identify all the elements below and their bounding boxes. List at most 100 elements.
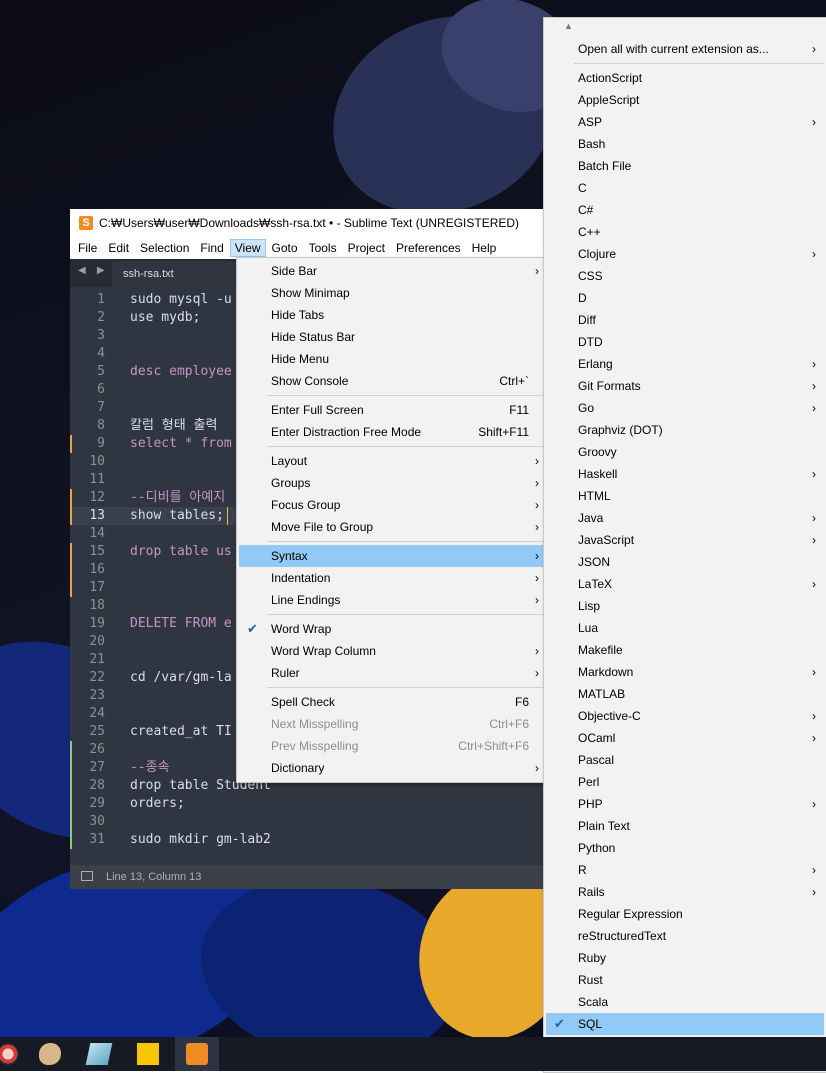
view-menu-ruler[interactable]: Ruler › <box>239 662 543 684</box>
tab-nav-arrows-icon[interactable]: ◀ ▶ <box>78 265 109 276</box>
syntax-graphviz-dot-[interactable]: Graphviz (DOT) <box>546 419 824 441</box>
menu-tools[interactable]: Tools <box>304 239 342 257</box>
syntax-pascal[interactable]: Pascal <box>546 749 824 771</box>
menu-view[interactable]: View <box>229 238 266 257</box>
syntax-asp[interactable]: ASP › <box>546 111 824 133</box>
view-menu-layout[interactable]: Layout › <box>239 450 543 472</box>
panel-toggle-icon[interactable] <box>81 871 93 881</box>
view-menu-enter-distraction-free-mode[interactable]: Enter Distraction Free Mode Shift+F11 <box>239 421 543 443</box>
syntax-c++[interactable]: C++ <box>546 221 824 243</box>
paint-icon <box>39 1043 61 1065</box>
syntax-json[interactable]: JSON <box>546 551 824 573</box>
syntax-plain-text[interactable]: Plain Text <box>546 815 824 837</box>
menu-project[interactable]: Project <box>343 239 390 257</box>
menu-selection[interactable]: Selection <box>135 239 194 257</box>
syntax-rails[interactable]: Rails › <box>546 881 824 903</box>
view-menu-spell-check[interactable]: Spell Check F6 <box>239 691 543 713</box>
view-menu-focus-group[interactable]: Focus Group › <box>239 494 543 516</box>
syntax-bash[interactable]: Bash <box>546 133 824 155</box>
menu-separator <box>267 614 543 615</box>
syntax-markdown[interactable]: Markdown › <box>546 661 824 683</box>
syntax-lua[interactable]: Lua <box>546 617 824 639</box>
syntax-go[interactable]: Go › <box>546 397 824 419</box>
syntax-groovy[interactable]: Groovy <box>546 441 824 463</box>
syntax-batch-file[interactable]: Batch File <box>546 155 824 177</box>
view-menu-move-file-to-group[interactable]: Move File to Group › <box>239 516 543 538</box>
view-menu-prev-misspelling[interactable]: Prev Misspelling Ctrl+Shift+F6 <box>239 735 543 757</box>
syntax-clojure[interactable]: Clojure › <box>546 243 824 265</box>
menu-item-label: reStructuredText <box>578 929 667 943</box>
syntax-html[interactable]: HTML <box>546 485 824 507</box>
syntax-matlab[interactable]: MATLAB <box>546 683 824 705</box>
view-menu-word-wrap-column[interactable]: Word Wrap Column › <box>239 640 543 662</box>
syntax-c#[interactable]: C# <box>546 199 824 221</box>
syntax-scala[interactable]: Scala <box>546 991 824 1013</box>
syntax-r[interactable]: R › <box>546 859 824 881</box>
menu-item-label: Indentation <box>271 571 331 585</box>
view-menu-next-misspelling[interactable]: Next Misspelling Ctrl+F6 <box>239 713 543 735</box>
syntax-c[interactable]: C <box>546 177 824 199</box>
view-menu-word-wrap[interactable]: ✔ Word Wrap <box>239 618 543 640</box>
view-menu-hide-menu[interactable]: Hide Menu <box>239 348 543 370</box>
tab-ssh-rsa[interactable]: ssh-rsa.txt <box>112 261 238 287</box>
syntax-latex[interactable]: LaTeX › <box>546 573 824 595</box>
syntax-makefile[interactable]: Makefile <box>546 639 824 661</box>
syntax-css[interactable]: CSS <box>546 265 824 287</box>
syntax-regular-expression[interactable]: Regular Expression <box>546 903 824 925</box>
taskbar-sticky-notes-button[interactable] <box>126 1037 170 1071</box>
view-menu-show-console[interactable]: Show Console Ctrl+` <box>239 370 543 392</box>
syntax-java[interactable]: Java › <box>546 507 824 529</box>
menu-preferences[interactable]: Preferences <box>391 239 466 257</box>
menu-file[interactable]: File <box>73 239 102 257</box>
menu-goto[interactable]: Goto <box>267 239 303 257</box>
syntax-javascript[interactable]: JavaScript › <box>546 529 824 551</box>
syntax-restructuredtext[interactable]: reStructuredText <box>546 925 824 947</box>
syntax-applescript[interactable]: AppleScript <box>546 89 824 111</box>
gutter-modified-marker <box>70 435 72 453</box>
scroll-up-arrow-icon[interactable]: ▲ <box>564 21 573 31</box>
syntax-haskell[interactable]: Haskell › <box>546 463 824 485</box>
menu-edit[interactable]: Edit <box>103 239 134 257</box>
syntax-lisp[interactable]: Lisp <box>546 595 824 617</box>
taskbar-sublime-text-button[interactable] <box>175 1037 219 1071</box>
syntax-dtd[interactable]: DTD <box>546 331 824 353</box>
menu-item-label: Clojure <box>578 247 617 261</box>
view-menu-hide-status-bar[interactable]: Hide Status Bar <box>239 326 543 348</box>
gutter-added-marker <box>70 741 72 759</box>
menu-help[interactable]: Help <box>467 239 502 257</box>
syntax-git-formats[interactable]: Git Formats › <box>546 375 824 397</box>
view-menu-side-bar[interactable]: Side Bar › <box>239 260 543 282</box>
menu-item-label: Diff <box>578 313 596 327</box>
syntax-objective-c[interactable]: Objective-C › <box>546 705 824 727</box>
taskbar-paint-button[interactable] <box>28 1037 72 1071</box>
syntax-ruby[interactable]: Ruby <box>546 947 824 969</box>
view-menu-line-endings[interactable]: Line Endings › <box>239 589 543 611</box>
view-menu-dictionary[interactable]: Dictionary › <box>239 757 543 779</box>
menu-item-label: ActionScript <box>578 71 643 85</box>
line-number: 5 <box>97 364 105 379</box>
syntax-php[interactable]: PHP › <box>546 793 824 815</box>
menu-find[interactable]: Find <box>195 239 228 257</box>
syntax-sql[interactable]: ✔ SQL <box>546 1013 824 1035</box>
view-menu-indentation[interactable]: Indentation › <box>239 567 543 589</box>
view-menu-syntax[interactable]: Syntax › <box>239 545 543 567</box>
syntax-perl[interactable]: Perl <box>546 771 824 793</box>
view-menu-groups[interactable]: Groups › <box>239 472 543 494</box>
syntax-ocaml[interactable]: OCaml › <box>546 727 824 749</box>
syntax-d[interactable]: D <box>546 287 824 309</box>
view-menu-enter-full-screen[interactable]: Enter Full Screen F11 <box>239 399 543 421</box>
syntax-actionscript[interactable]: ActionScript <box>546 67 824 89</box>
checkmark-icon: ✔ <box>247 621 258 636</box>
syntax-rust[interactable]: Rust <box>546 969 824 991</box>
taskbar-browser-button[interactable] <box>0 1037 30 1071</box>
view-menu-hide-tabs[interactable]: Hide Tabs <box>239 304 543 326</box>
syntax-erlang[interactable]: Erlang › <box>546 353 824 375</box>
syntax-open-all-with-current-extension-as-[interactable]: Open all with current extension as... › <box>546 38 824 60</box>
view-menu-show-minimap[interactable]: Show Minimap <box>239 282 543 304</box>
taskbar-notepad-button[interactable] <box>77 1037 121 1071</box>
title-bar[interactable]: S C:₩Users₩user₩Downloads₩ssh-rsa.txt • … <box>70 209 545 236</box>
menu-item-label: Enter Distraction Free Mode <box>271 425 422 439</box>
syntax-python[interactable]: Python <box>546 837 824 859</box>
syntax-diff[interactable]: Diff <box>546 309 824 331</box>
submenu-arrow-icon: › <box>812 885 816 899</box>
